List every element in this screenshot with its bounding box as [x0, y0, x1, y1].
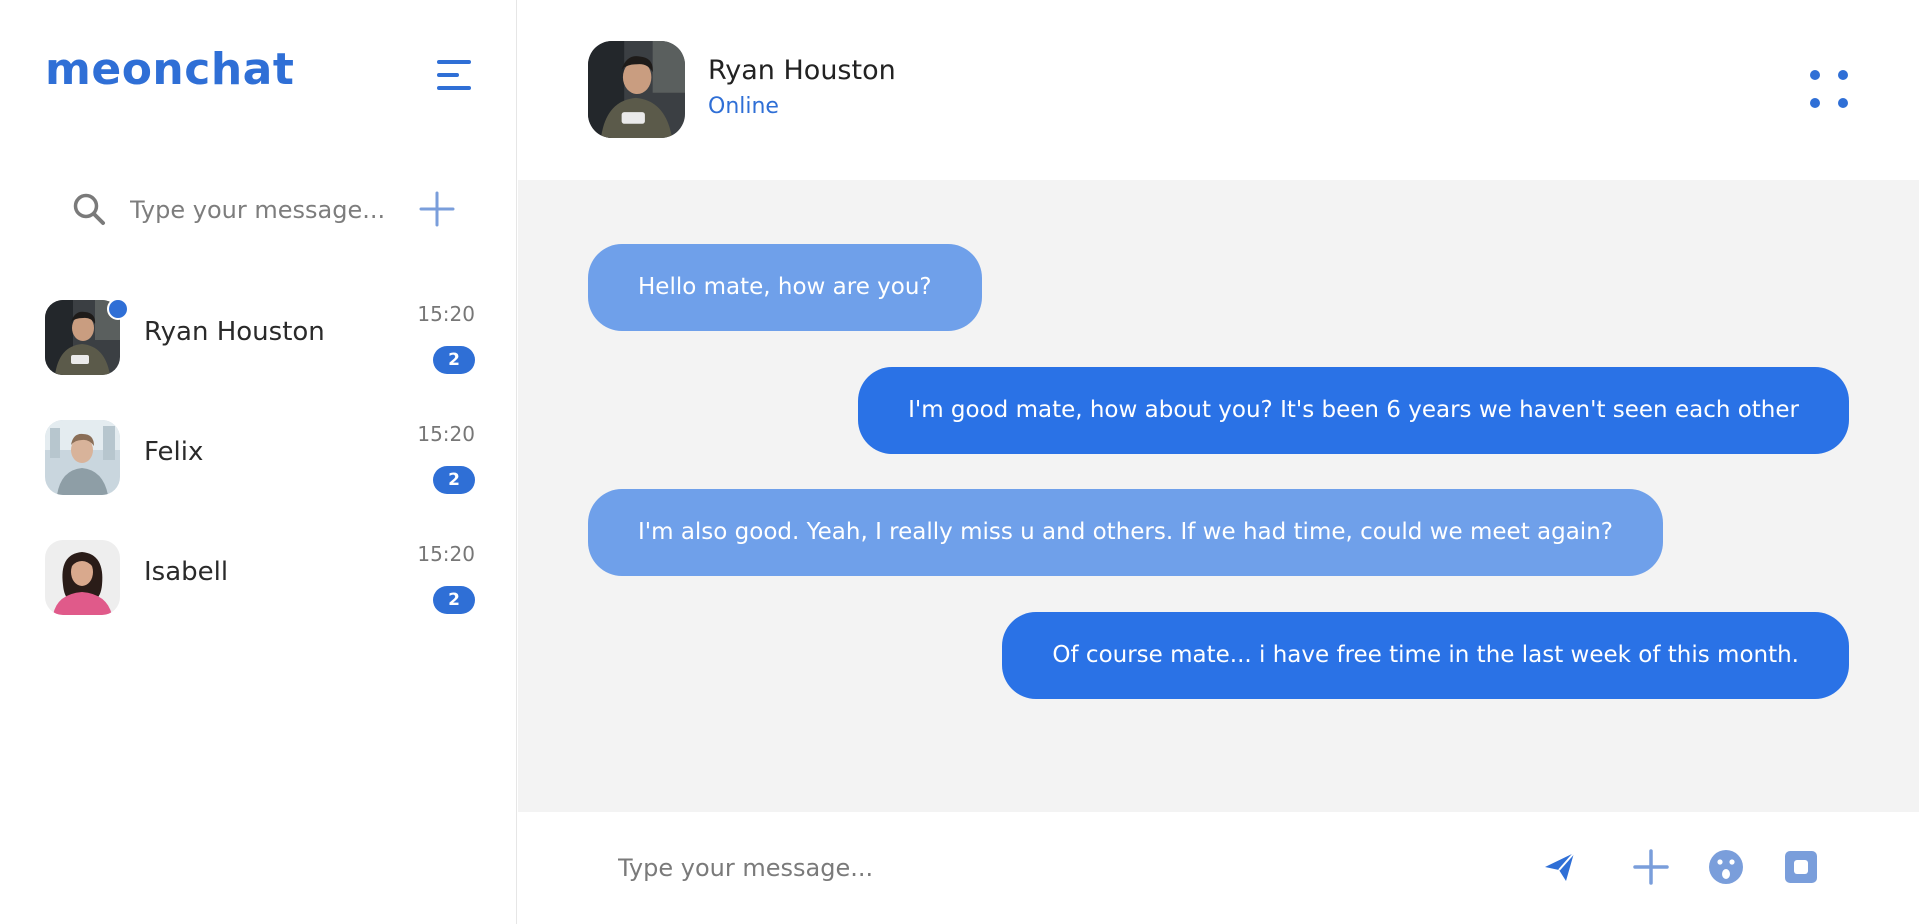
search-icon [73, 193, 105, 225]
brand-logo: meonchat [45, 44, 295, 95]
online-indicator [107, 298, 129, 320]
chat-header: Ryan Houston Online [518, 0, 1919, 180]
contact-item-isabell[interactable]: Isabell 15:20 2 [45, 538, 475, 658]
message-bubble-incoming: Hello mate, how are you? [588, 244, 982, 331]
contact-time: 15:20 [417, 422, 475, 446]
message-input[interactable] [618, 846, 1398, 890]
message-thread: Hello mate, how are you? I'm good mate, … [518, 180, 1919, 812]
sidebar: meonchat Type your message... Ryan Houst… [0, 0, 517, 924]
unread-badge: 2 [433, 586, 475, 614]
message-bubble-outgoing: I'm good mate, how about you? It's been … [858, 367, 1849, 454]
chat-contact-avatar[interactable] [588, 41, 685, 138]
chat-contact-status: Online [708, 94, 779, 119]
hamburger-menu-icon[interactable] [437, 60, 471, 90]
contact-name: Ryan Houston [144, 317, 325, 347]
contact-time: 15:20 [417, 542, 475, 566]
search-input[interactable] [130, 190, 430, 230]
more-dots-icon[interactable] [1808, 68, 1850, 110]
image-icon[interactable] [1782, 848, 1820, 886]
message-bubble-incoming: I'm also good. Yeah, I really miss u and… [588, 489, 1663, 576]
search-bar [70, 186, 470, 232]
contact-list: Ryan Houston 15:20 2 Felix 15:20 2 Isabe… [45, 298, 475, 658]
message-bubble-outgoing: Of course mate... i have free time in th… [1002, 612, 1849, 699]
send-icon[interactable] [1541, 848, 1579, 886]
chat-panel: Ryan Houston Online Hello mate, how are … [518, 0, 1919, 924]
contact-name: Isabell [144, 557, 229, 587]
attach-plus-icon[interactable] [1632, 848, 1670, 886]
add-contact-plus-icon[interactable] [418, 190, 456, 228]
contact-name: Felix [144, 437, 204, 467]
unread-badge: 2 [433, 346, 475, 374]
emoji-icon[interactable] [1707, 848, 1745, 886]
contact-item-ryan-houston[interactable]: Ryan Houston 15:20 2 [45, 298, 475, 418]
message-composer [518, 812, 1919, 924]
avatar [45, 540, 120, 615]
chat-contact-name: Ryan Houston [708, 55, 896, 86]
unread-badge: 2 [433, 466, 475, 494]
contact-item-felix[interactable]: Felix 15:20 2 [45, 418, 475, 538]
avatar [45, 420, 120, 495]
contact-time: 15:20 [417, 302, 475, 326]
